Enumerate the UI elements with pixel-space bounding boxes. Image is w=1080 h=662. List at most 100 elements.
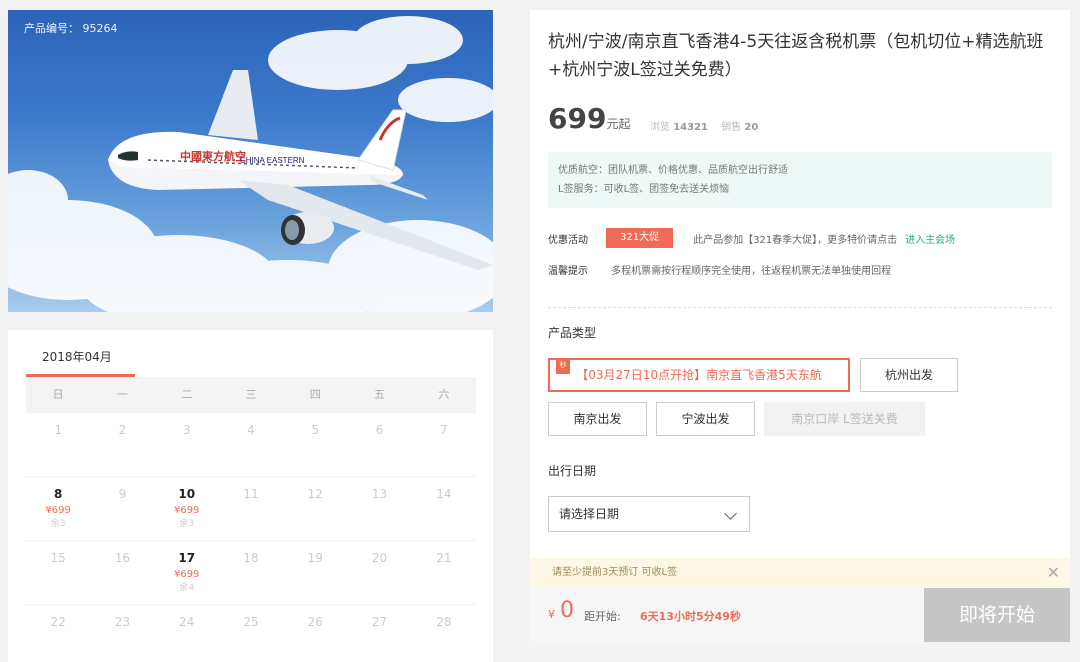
weekday-label: 三 xyxy=(245,388,257,401)
type-option-hangzhou[interactable]: 杭州出发 xyxy=(860,358,958,392)
calendar-day: 3 xyxy=(155,413,219,476)
weekday-label: 二 xyxy=(181,388,193,401)
svg-text:中國東方航空: 中國東方航空 xyxy=(180,149,246,163)
calendar-day: 13 xyxy=(347,477,411,540)
weekday-label: 日 xyxy=(52,388,64,401)
promotion-link[interactable]: 进入主会场 xyxy=(905,231,955,246)
option-label: 【03月27日10点开抢】南京直飞香港5天东航 xyxy=(576,368,822,382)
calendar-day: 19 xyxy=(283,541,347,604)
currency-symbol: ¥ xyxy=(548,608,555,621)
calendar-day: 11 xyxy=(219,477,283,540)
day-number: 2 xyxy=(118,423,127,437)
calendar-day: 1 xyxy=(26,413,90,476)
views-count: 14321 xyxy=(673,122,708,133)
calendar-weekday-header: 日一二三四五六 xyxy=(26,377,476,413)
calendar-week-row: 15 16 17 ¥699 余4 18 19 20 21 xyxy=(26,541,476,605)
travel-date-label: 出行日期 xyxy=(548,464,597,478)
type-option-l-visa-disabled: 南京口岸 L签送关费 xyxy=(764,402,925,436)
calendar-day-available[interactable]: 17 ¥699 余4 xyxy=(155,541,219,604)
calendar-day: 14 xyxy=(412,477,476,540)
chevron-down-icon xyxy=(724,507,737,520)
countdown-timer: 6天13小时5分49秒 xyxy=(640,610,741,623)
product-image: 中國東方航空 CHINA EASTERN 产品编号： 95264 xyxy=(8,10,493,312)
day-price: ¥699 xyxy=(173,569,200,580)
tip-text: 多程机票需按行程顺序完全使用，往返程机票无法单独使用回程 xyxy=(611,266,892,277)
day-number: 17 xyxy=(178,551,196,565)
warm-tip: 温馨提示 多程机票需按行程顺序完全使用，往返程机票无法单独使用回程 xyxy=(548,262,891,277)
day-number: 7 xyxy=(440,423,448,437)
calendar-day: 2 xyxy=(90,413,154,476)
calendar-day: 28 xyxy=(412,605,476,662)
price-unit: 元起 xyxy=(606,117,631,131)
weekday-label: 一 xyxy=(116,388,128,401)
views-label: 浏览 xyxy=(650,122,670,133)
day-number: 24 xyxy=(179,615,195,629)
service-notice: 优质航空：团队机票、价格优惠、品质航空出行舒适 L签服务：可收L签、团签免去送关… xyxy=(548,152,1052,208)
day-number: 3 xyxy=(182,423,191,437)
day-stock: 余4 xyxy=(179,583,195,593)
day-number: 8 xyxy=(53,487,63,501)
day-number: 4 xyxy=(247,423,255,437)
calendar-week-row: 8 ¥699 余3 9 10 ¥699 余3 11 12 13 14 xyxy=(26,477,476,541)
day-number: 12 xyxy=(307,487,323,501)
calendar-day: 27 xyxy=(347,605,411,662)
promotion-row: 优惠活动 321大促 此产品参加【321春季大促】，更多特价请点击 进入主会场 xyxy=(548,228,955,248)
day-number: 11 xyxy=(243,487,259,501)
type-option-nanjing-5day[interactable]: 秒 【03月27日10点开抢】南京直飞香港5天东航 xyxy=(548,358,850,392)
total-amount: 0 xyxy=(560,598,574,623)
calendar-day: 12 xyxy=(283,477,347,540)
calendar-day: 23 xyxy=(90,605,154,662)
day-number: 16 xyxy=(114,551,131,565)
calendar-day: 4 xyxy=(219,413,283,476)
calendar-day: 15 xyxy=(26,541,90,604)
day-number: 26 xyxy=(307,615,323,629)
tip-label: 温馨提示 xyxy=(548,266,588,277)
calendar-day: 25 xyxy=(219,605,283,662)
booking-hint-text: 请至少提前3天预订 可收L签 xyxy=(552,567,678,578)
date-select-placeholder: 请选择日期 xyxy=(559,507,620,521)
calendar-day-available[interactable]: 10 ¥699 余3 xyxy=(155,477,219,540)
day-number: 15 xyxy=(50,551,66,565)
flash-sale-flag: 秒 xyxy=(556,358,570,374)
calendar-day-available[interactable]: 8 ¥699 余3 xyxy=(26,477,90,540)
travel-date-select[interactable]: 请选择日期 xyxy=(548,496,750,532)
day-stock: 余3 xyxy=(50,519,66,529)
weekday-label: 六 xyxy=(438,388,450,401)
product-title: 杭州/宁波/南京直飞香港4-5天往返含税机票（包机切位+精选航班+杭州宁波L签过… xyxy=(548,32,1044,80)
day-number: 1 xyxy=(54,423,62,437)
promotion-badge[interactable]: 321大促 xyxy=(606,228,674,248)
promotion-text: 此产品参加【321春季大促】，更多特价请点击 xyxy=(693,234,898,246)
close-icon[interactable]: ✕ xyxy=(1047,558,1060,588)
day-number: 25 xyxy=(243,615,259,629)
sales-label: 销售 xyxy=(721,122,742,133)
type-option-nanjing[interactable]: 南京出发 xyxy=(548,402,647,436)
day-price: ¥699 xyxy=(45,505,71,516)
product-panel: 杭州/宁波/南京直飞香港4-5天往返含税机票（包机切位+精选航班+杭州宁波L签过… xyxy=(530,10,1070,642)
divider xyxy=(548,307,1052,308)
day-number: 23 xyxy=(114,615,131,629)
day-number: 18 xyxy=(243,551,259,565)
day-number: 9 xyxy=(118,487,127,501)
day-number: 6 xyxy=(375,423,384,437)
weekday-label: 四 xyxy=(309,388,321,401)
calendar-day: 21 xyxy=(412,541,476,604)
coming-soon-button[interactable]: 即将开始 xyxy=(924,588,1070,642)
day-number: 21 xyxy=(436,551,452,565)
day-number: 19 xyxy=(307,551,323,565)
calendar-day: 24 xyxy=(155,605,219,662)
airplane-illustration: 中國東方航空 CHINA EASTERN xyxy=(8,16,493,312)
countdown-label: 距开始: xyxy=(584,610,621,623)
day-number: 28 xyxy=(436,615,452,629)
day-price: ¥699 xyxy=(173,505,200,516)
calendar-day: 26 xyxy=(283,605,347,662)
calendar-week-row: 22 23 24 25 26 27 28 xyxy=(26,605,476,662)
purchase-bar: ¥ 0 距开始: 6天13小时5分49秒 即将开始 xyxy=(530,588,1070,642)
weekday-label: 五 xyxy=(374,388,386,401)
product-id: 产品编号： 95264 xyxy=(24,22,118,35)
calendar-month-tab[interactable]: 2018年04月 xyxy=(42,348,112,365)
calendar-day: 18 xyxy=(219,541,283,604)
type-option-ningbo[interactable]: 宁波出发 xyxy=(656,402,755,436)
promotion-label: 优惠活动 xyxy=(548,234,588,246)
day-number: 27 xyxy=(371,615,388,629)
calendar-day: 6 xyxy=(347,413,411,476)
